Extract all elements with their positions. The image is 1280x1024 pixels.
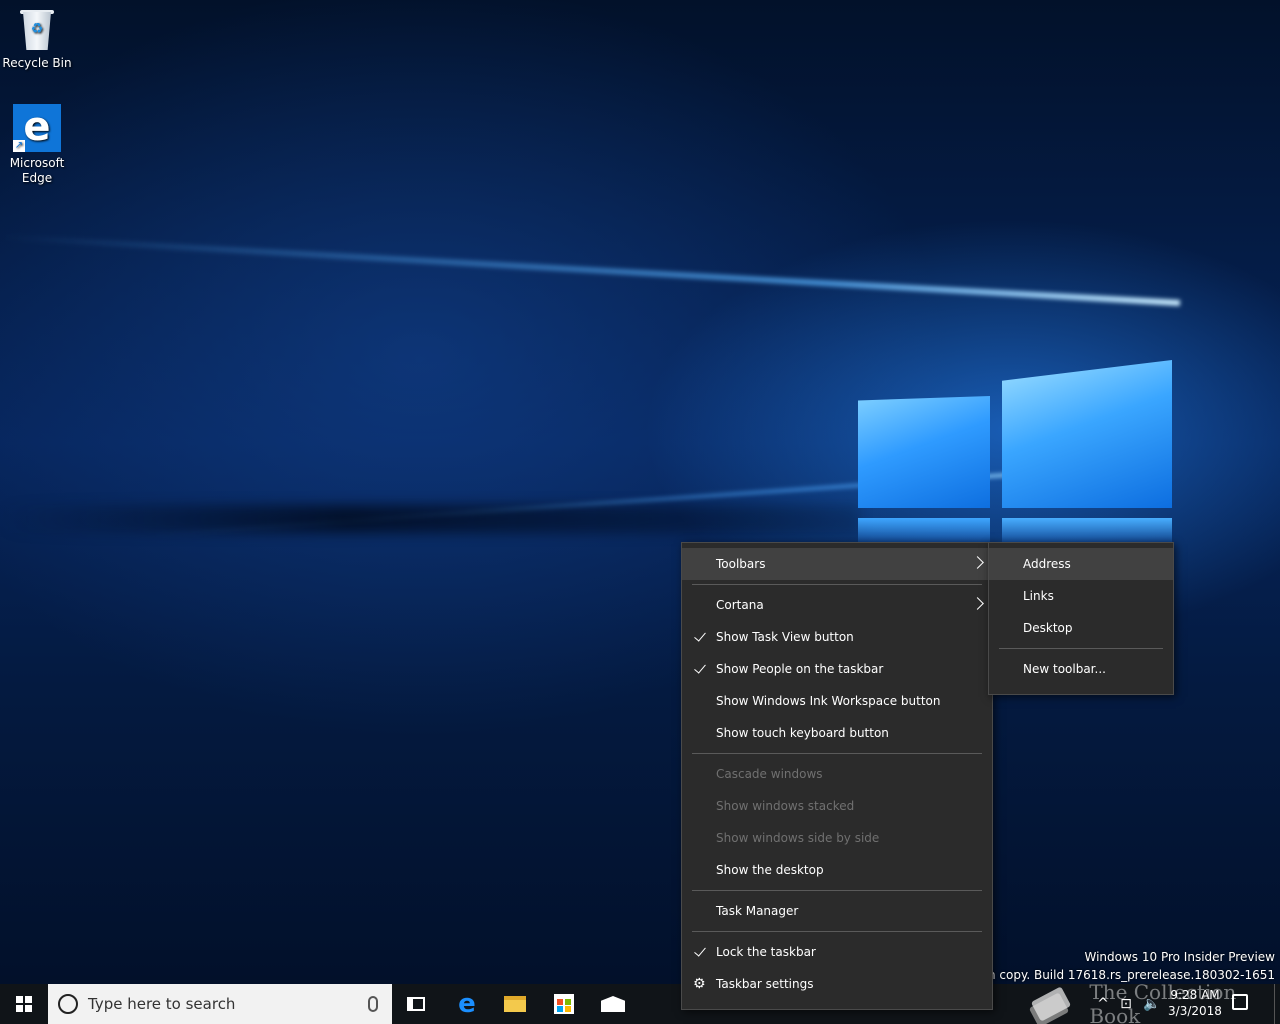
task-view-icon xyxy=(407,997,425,1011)
submenu-item-desktop[interactable]: Desktop xyxy=(989,612,1173,644)
search-placeholder[interactable]: Type here to search xyxy=(88,995,368,1013)
menu-item-label: Show touch keyboard button xyxy=(716,726,889,740)
store-icon xyxy=(554,994,574,1014)
menu-item-label: Cortana xyxy=(716,598,764,612)
windows-logo-pane xyxy=(858,518,990,544)
menu-item-label: New toolbar... xyxy=(1023,662,1106,676)
menu-item-label: Toolbars xyxy=(716,557,766,571)
menu-item-label: Task Manager xyxy=(716,904,799,918)
menu-item-label: Show the desktop xyxy=(716,863,824,877)
menu-item-label: Address xyxy=(1023,557,1071,571)
menu-item-show-people[interactable]: Show People on the taskbar xyxy=(682,653,992,685)
submenu-item-links[interactable]: Links xyxy=(989,580,1173,612)
taskbar-edge-button[interactable]: e xyxy=(443,984,491,1024)
menu-separator xyxy=(999,648,1163,649)
menu-item-show-windows-stacked: Show windows stacked xyxy=(682,790,992,822)
taskbar-mail-button[interactable] xyxy=(589,984,637,1024)
submenu-item-address[interactable]: Address xyxy=(989,548,1173,580)
search-box[interactable]: Type here to search xyxy=(48,984,392,1024)
menu-item-label: Show windows side by side xyxy=(716,831,880,845)
menu-item-label: Links xyxy=(1023,589,1054,603)
windows-logo-pane xyxy=(1002,360,1172,508)
start-button[interactable] xyxy=(0,984,48,1024)
menu-item-lock-the-taskbar[interactable]: Lock the taskbar xyxy=(682,936,992,968)
gear-icon: ⚙ xyxy=(693,976,706,992)
menu-item-show-windows-side-by-side: Show windows side by side xyxy=(682,822,992,854)
windows-logo-pane xyxy=(1002,518,1172,544)
cortana-icon xyxy=(58,994,78,1014)
taskbar-file-explorer-button[interactable] xyxy=(491,984,539,1024)
menu-item-show-touch-keyboard[interactable]: Show touch keyboard button xyxy=(682,717,992,749)
desktop-icon-recycle-bin[interactable]: ♻ Recycle Bin xyxy=(0,6,74,71)
menu-item-show-the-desktop[interactable]: Show the desktop xyxy=(682,854,992,886)
checkmark-icon xyxy=(693,630,707,644)
light-beam xyxy=(1,234,1181,306)
menu-item-toolbars[interactable]: Toolbars xyxy=(682,548,992,580)
menu-item-label: Show People on the taskbar xyxy=(716,662,884,676)
menu-separator xyxy=(692,753,982,754)
desktop-icon-label: Recycle Bin xyxy=(2,56,72,70)
edge-icon: e xyxy=(458,989,476,1019)
menu-item-label: Show Windows Ink Workspace button xyxy=(716,694,941,708)
menu-item-label: Desktop xyxy=(1023,621,1073,635)
menu-separator xyxy=(692,931,982,932)
shortcut-arrow-icon: ↗ xyxy=(13,140,25,152)
book-logo-icon xyxy=(1028,986,1072,1024)
windows-logo-icon xyxy=(16,996,32,1012)
menu-item-show-ink-workspace[interactable]: Show Windows Ink Workspace button xyxy=(682,685,992,717)
menu-item-cortana[interactable]: Cortana xyxy=(682,589,992,621)
submenu-item-new-toolbar[interactable]: New toolbar... xyxy=(989,653,1173,685)
menu-item-taskbar-settings[interactable]: ⚙ Taskbar settings xyxy=(682,968,992,1000)
recycle-bin-icon: ♻ xyxy=(17,6,57,52)
desktop-icon-microsoft-edge[interactable]: e ↗ Microsoft Edge xyxy=(0,104,74,186)
edge-icon: e ↗ xyxy=(13,104,61,152)
checkmark-icon xyxy=(693,945,707,959)
menu-item-label: Show windows stacked xyxy=(716,799,855,813)
menu-separator xyxy=(692,584,982,585)
menu-item-label: Cascade windows xyxy=(716,767,823,781)
menu-item-label: Lock the taskbar xyxy=(716,945,816,959)
toolbars-submenu: Address Links Desktop New toolbar... xyxy=(988,542,1174,695)
windows-logo-pane xyxy=(858,396,990,508)
menu-item-label: Taskbar settings xyxy=(716,977,814,991)
shadow-band xyxy=(0,505,860,533)
microphone-icon[interactable] xyxy=(368,996,378,1012)
menu-separator xyxy=(692,890,982,891)
menu-item-task-manager[interactable]: Task Manager xyxy=(682,895,992,927)
menu-item-show-task-view-button[interactable]: Show Task View button xyxy=(682,621,992,653)
collection-book-overlay: The Collection Book xyxy=(1028,980,1280,1024)
mail-icon xyxy=(601,996,625,1012)
taskbar-context-menu: Toolbars Cortana Show Task View button S… xyxy=(681,542,993,1010)
chevron-right-icon xyxy=(971,556,984,569)
menu-item-cascade-windows: Cascade windows xyxy=(682,758,992,790)
menu-item-label: Show Task View button xyxy=(716,630,854,644)
chevron-right-icon xyxy=(971,597,984,610)
build-watermark-title: Windows 10 Pro Insider Preview xyxy=(1084,950,1275,964)
desktop-background[interactable]: ♻ Recycle Bin e ↗ Microsoft Edge Windows… xyxy=(0,0,1280,984)
task-view-button[interactable] xyxy=(392,984,440,1024)
desktop-icon-label: Microsoft Edge xyxy=(9,156,65,185)
taskbar-store-button[interactable] xyxy=(540,984,588,1024)
overlay-text: The Collection Book xyxy=(1089,980,1237,1024)
checkmark-icon xyxy=(693,662,707,676)
file-explorer-icon xyxy=(504,996,526,1012)
